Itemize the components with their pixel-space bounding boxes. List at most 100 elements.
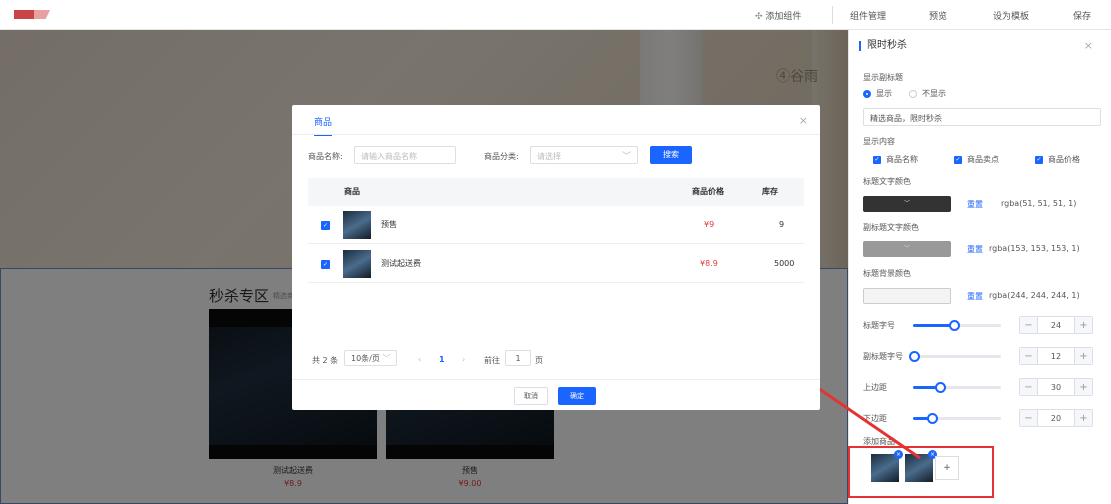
search-button[interactable]: 搜索 <box>650 146 692 164</box>
row-checkbox[interactable]: ✓ <box>321 221 330 230</box>
bottom-margin-stepper[interactable]: −20 + <box>1019 409 1093 427</box>
close-icon[interactable]: × <box>1084 39 1093 52</box>
show-subtitle-label: 显示副标题 <box>863 73 903 82</box>
goods-image <box>343 250 371 278</box>
slider-handle[interactable] <box>909 351 920 362</box>
divider <box>832 6 833 24</box>
minus-icon[interactable]: − <box>1020 348 1038 364</box>
slider-handle[interactable] <box>926 413 938 424</box>
goods-category-select[interactable]: 请选择 ﹀ <box>530 146 638 164</box>
goods-name-label: 商品名称: <box>308 152 343 161</box>
plus-icon[interactable]: + <box>1074 317 1092 333</box>
reset-title-color-button[interactable]: 重置 <box>967 199 983 210</box>
plus-icon[interactable]: + <box>1074 348 1092 364</box>
radio-checked-icon <box>863 89 871 98</box>
goods-select-dialog: 商品 × 商品名称: 请输入商品名称 商品分类: 请选择 ﹀ 搜索 商品 商品价… <box>292 105 820 410</box>
page-number[interactable]: 1 <box>439 355 445 364</box>
goods-image <box>343 211 371 239</box>
subtitle-size-stepper[interactable]: −12 + <box>1019 347 1093 365</box>
column-price: 商品价格 <box>692 187 724 196</box>
row-checkbox[interactable]: ✓ <box>321 260 330 269</box>
divider <box>292 379 820 380</box>
top-bar: ✣ 添加组件 组件管理 预览 设为模板 保存 <box>0 0 1111 30</box>
save-button[interactable]: 保存 <box>1073 9 1091 22</box>
subtitle-input[interactable]: 精选商品，限时秒杀 <box>863 108 1101 126</box>
top-margin-stepper[interactable]: −30 + <box>1019 378 1093 396</box>
goods-stock: 5000 <box>774 259 795 268</box>
set-template-button[interactable]: 设为模板 <box>993 9 1029 22</box>
minus-icon[interactable]: − <box>1020 410 1038 426</box>
prev-page-icon[interactable]: ‹ <box>418 355 421 364</box>
subtitle-size-slider[interactable] <box>909 351 1001 362</box>
checkbox-product-name[interactable]: ✓ 商品名称 <box>873 154 918 165</box>
radio-unchecked-icon <box>909 89 917 98</box>
title-size-slider[interactable] <box>913 320 1001 331</box>
tab-goods[interactable]: 商品 <box>314 115 333 136</box>
chevron-down-icon: ﹀ <box>621 152 631 162</box>
goods-price: ¥9 <box>704 220 715 229</box>
reset-subtitle-color-button[interactable]: 重置 <box>967 244 983 255</box>
goto-label: 前往 <box>484 356 500 365</box>
check-icon: ✓ <box>954 155 962 164</box>
divider <box>292 134 820 135</box>
confirm-button[interactable]: 确定 <box>558 387 596 405</box>
checkbox-product-selling-point[interactable]: ✓ 商品卖点 <box>954 154 999 165</box>
plus-icon[interactable]: + <box>1074 410 1092 426</box>
table-row[interactable]: ✓ 测试起送费 ¥8.9 5000 <box>308 245 804 283</box>
minus-icon[interactable]: − <box>1020 379 1038 395</box>
checkbox-product-price[interactable]: ✓ 商品价格 <box>1035 154 1080 165</box>
subtitle-color-value: rgba(153, 153, 153, 1) <box>989 244 1080 253</box>
preview-button[interactable]: 预览 <box>929 9 947 22</box>
table-row[interactable]: ✓ 预售 ¥9 9 <box>308 206 804 244</box>
check-icon: ✓ <box>873 155 881 164</box>
add-component-button[interactable]: ✣ 添加组件 <box>755 9 801 22</box>
column-goods: 商品 <box>344 187 360 196</box>
table-header: 商品 商品价格 库存 <box>308 178 804 206</box>
dialog-close-icon[interactable]: × <box>799 114 808 127</box>
goods-name-input[interactable]: 请输入商品名称 <box>354 146 456 164</box>
pagination-total: 共 2 条 <box>312 356 339 365</box>
page-unit-label: 页 <box>535 356 543 365</box>
title-size-stepper[interactable]: −24 + <box>1019 316 1093 334</box>
subtitle-color-picker[interactable]: ﹀ <box>863 241 951 257</box>
goods-thumbnail[interactable]: × <box>871 450 903 482</box>
slider-handle[interactable] <box>935 382 947 393</box>
goods-price: ¥8.9 <box>700 259 718 268</box>
title-color-label: 标题文字颜色 <box>863 177 911 186</box>
goods-thumbnail[interactable]: × <box>905 450 937 482</box>
slider-label: 下边距 <box>863 414 887 423</box>
add-goods-button[interactable]: + <box>935 456 959 480</box>
chevron-down-icon: ﹀ <box>382 354 391 363</box>
radio-show[interactable]: 显示 <box>863 88 892 99</box>
title-bg-color-picker[interactable] <box>863 288 951 304</box>
component-manage-button[interactable]: 组件管理 <box>850 9 886 22</box>
add-goods-label: 添加商品 <box>863 437 895 446</box>
slider-label: 上边距 <box>863 383 887 392</box>
page-size-select[interactable]: 10条/页 ﹀ <box>344 350 398 366</box>
minus-icon[interactable]: − <box>1020 317 1038 333</box>
show-content-label: 显示内容 <box>863 137 895 146</box>
goods-stock: 9 <box>779 220 785 229</box>
slider-label: 副标题字号 <box>863 352 903 361</box>
cancel-button[interactable]: 取消 <box>514 387 548 405</box>
reset-title-bg-button[interactable]: 重置 <box>967 291 983 302</box>
next-page-icon[interactable]: › <box>462 355 465 364</box>
slider-handle[interactable] <box>948 320 960 331</box>
title-color-value: rgba(51, 51, 51, 1) <box>1001 199 1077 208</box>
title-color-picker[interactable]: ﹀ <box>863 196 951 212</box>
component-icon: ✣ <box>755 12 763 22</box>
top-margin-slider[interactable] <box>913 382 1001 393</box>
goto-page-input[interactable]: 1 <box>505 350 531 366</box>
check-icon: ✓ <box>1035 155 1043 164</box>
settings-panel: 限时秒杀 × 显示副标题 显示 不显示 精选商品，限时秒杀 显示内容 ✓ 商品名… <box>848 30 1111 504</box>
goods-name: 测试起送费 <box>381 259 421 268</box>
goods-category-label: 商品分类: <box>484 152 519 161</box>
plus-icon[interactable]: + <box>1074 379 1092 395</box>
radio-hide[interactable]: 不显示 <box>909 88 946 99</box>
bottom-margin-slider[interactable] <box>913 413 1001 424</box>
title-bg-value: rgba(244, 244, 244, 1) <box>989 291 1080 300</box>
subtitle-color-label: 副标题文字颜色 <box>863 223 919 232</box>
logo <box>14 10 50 19</box>
remove-icon[interactable]: × <box>894 450 903 459</box>
slider-label: 标题字号 <box>863 321 895 330</box>
